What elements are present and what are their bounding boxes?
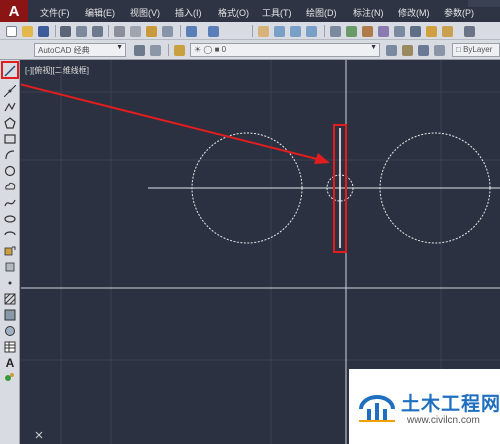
separator	[168, 44, 169, 56]
table-icon[interactable]	[4, 341, 16, 353]
workspace-settings-icon[interactable]	[134, 45, 145, 56]
ellipse-arc-icon[interactable]	[4, 229, 16, 241]
layers-toolbar: AutoCAD 经典 ▼ ☀ ◯ ■ 0 ▼ □ ByLayer	[0, 40, 500, 60]
standard-toolbar	[0, 22, 500, 40]
arc-icon[interactable]	[4, 149, 16, 161]
menu-bar: A 文件(F) 编辑(E) 视图(V) 插入(I) 格式(O) 工具(T) 绘图…	[0, 0, 500, 22]
layer-previous-icon[interactable]	[402, 45, 413, 56]
draw-toolbar: A	[0, 60, 20, 444]
menu-edit[interactable]: 编辑(E)	[85, 6, 115, 19]
make-block-icon[interactable]	[4, 261, 16, 273]
annotation-arrow-head	[314, 153, 330, 164]
revision-cloud-icon[interactable]	[4, 181, 16, 193]
separator	[180, 25, 181, 37]
menu-insert[interactable]: 插入(I)	[175, 6, 202, 19]
layer-properties-icon[interactable]	[174, 45, 185, 56]
insert-block-icon[interactable]	[4, 245, 16, 257]
zoom-previous-icon[interactable]	[306, 26, 317, 37]
separator	[108, 25, 109, 37]
publish-icon[interactable]	[92, 26, 103, 37]
match-properties-icon[interactable]	[162, 26, 173, 37]
spline-icon[interactable]	[4, 197, 16, 209]
hatch-icon[interactable]	[4, 293, 16, 305]
copy-icon[interactable]	[130, 26, 141, 37]
polygon-icon[interactable]	[4, 117, 16, 129]
autocad-window: A 文件(F) 编辑(E) 视图(V) 插入(I) 格式(O) 工具(T) 绘图…	[0, 0, 500, 444]
color-swatch: □	[456, 45, 464, 54]
multiline-text-icon[interactable]: A	[4, 356, 16, 370]
properties-icon[interactable]	[330, 26, 341, 37]
zoom-window-icon[interactable]	[290, 26, 301, 37]
print-icon[interactable]	[60, 26, 71, 37]
zoom-realtime-icon[interactable]	[274, 26, 285, 37]
civilcn-logo-icon	[359, 395, 395, 422]
paste-icon[interactable]	[146, 26, 157, 37]
construction-line-icon[interactable]	[4, 85, 16, 97]
layer-match-icon[interactable]	[434, 45, 445, 56]
make-current-icon[interactable]	[386, 45, 397, 56]
annotation-arrow-line	[21, 83, 322, 161]
workspace-icon[interactable]	[150, 45, 161, 56]
separator	[252, 25, 253, 37]
chevron-down-icon: ▼	[370, 44, 377, 51]
workspace-value: AutoCAD 经典	[38, 46, 90, 55]
window-controls[interactable]	[468, 0, 500, 7]
watermark-title: 土木工程网	[401, 394, 500, 415]
separator	[55, 25, 56, 37]
pan-icon[interactable]	[258, 26, 269, 37]
new-icon[interactable]	[6, 26, 17, 37]
layer-states-icon[interactable]	[418, 45, 429, 56]
chevron-down-icon: ▼	[116, 44, 123, 51]
color-dropdown[interactable]: □ ByLayer	[452, 43, 500, 57]
gradient-icon[interactable]	[4, 309, 16, 321]
annotate-icon[interactable]	[464, 26, 475, 37]
point-icon[interactable]	[4, 277, 16, 289]
menu-file[interactable]: 文件(F)	[40, 6, 70, 19]
layer-state-icons: ☀ ◯ ■	[194, 45, 222, 54]
line-icon[interactable]	[4, 65, 16, 77]
save-icon[interactable]	[38, 26, 49, 37]
tool-palettes-icon[interactable]	[362, 26, 373, 37]
design-center-icon[interactable]	[346, 26, 357, 37]
separator	[324, 25, 325, 37]
color-value: ByLayer	[463, 45, 493, 54]
open-icon[interactable]	[22, 26, 33, 37]
menu-view[interactable]: 视图(V)	[130, 6, 160, 19]
menu-parameter[interactable]: 参数(P)	[444, 6, 474, 19]
region-icon[interactable]	[4, 325, 16, 337]
text-style-icon[interactable]	[442, 26, 453, 37]
application-menu-button[interactable]: A	[0, 0, 28, 22]
markup-icon[interactable]	[394, 26, 405, 37]
watermark-url: www.civilcn.com	[407, 415, 480, 426]
menu-tools[interactable]: 工具(T)	[262, 6, 292, 19]
app-logo: A	[8, 2, 20, 20]
layer-value: 0	[221, 45, 227, 54]
menu-dimension[interactable]: 标注(N)	[353, 6, 384, 19]
menu-modify[interactable]: 修改(M)	[398, 6, 430, 19]
workspace-dropdown[interactable]: AutoCAD 经典 ▼	[34, 43, 126, 57]
menu-format[interactable]: 格式(O)	[218, 6, 249, 19]
ucs-icon	[35, 431, 43, 439]
calculator-icon[interactable]	[410, 26, 421, 37]
help-icon[interactable]	[426, 26, 437, 37]
undo-icon[interactable]	[186, 26, 197, 37]
cut-icon[interactable]	[114, 26, 125, 37]
redo-icon[interactable]	[208, 26, 219, 37]
preview-icon[interactable]	[76, 26, 87, 37]
sheet-set-icon[interactable]	[378, 26, 389, 37]
layer-dropdown[interactable]: ☀ ◯ ■ 0 ▼	[190, 43, 380, 57]
menu-draw[interactable]: 绘图(D)	[306, 6, 337, 19]
ellipse-icon[interactable]	[4, 213, 16, 225]
circle-icon[interactable]	[4, 165, 16, 177]
add-selected-icon[interactable]	[4, 371, 16, 383]
site-watermark: 土木工程网 www.civilcn.com	[349, 369, 500, 444]
polyline-icon[interactable]	[4, 101, 16, 113]
rectangle-icon[interactable]	[4, 133, 16, 145]
